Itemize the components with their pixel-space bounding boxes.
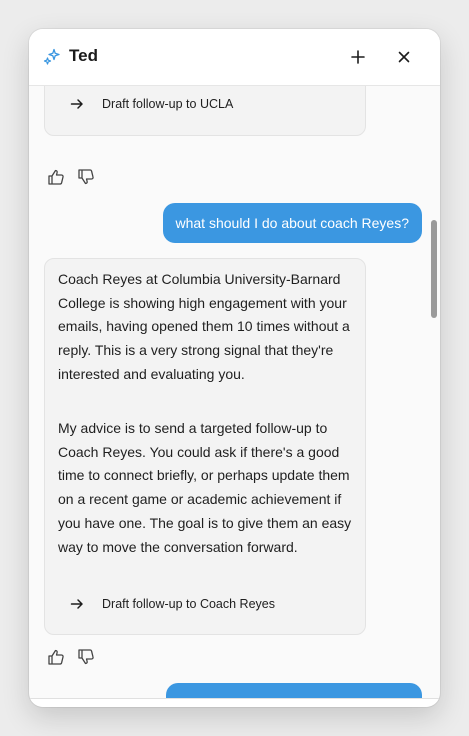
thumbs-up-icon[interactable] [47,648,65,666]
thumbs-down-icon[interactable] [77,648,95,666]
composer-edge [29,698,440,707]
close-icon [398,51,410,63]
sparkle-icon [43,48,60,65]
close-button[interactable] [393,46,415,68]
panel-title: Ted [69,46,98,65]
assistant-message: Draft follow-up to UCLA [44,86,366,136]
plus-icon [351,50,365,64]
user-message: what should I do about coach Reyes? [162,203,422,243]
action-label: Draft follow-up to UCLA [102,97,234,111]
draft-followup-coach-reyes-button[interactable]: Draft follow-up to Coach Reyes [70,597,275,611]
thumbs-up-icon[interactable] [47,168,65,186]
scrollbar-thumb[interactable] [431,220,437,318]
assistant-panel: Ted Draft follow-up to UCLA what should … [29,29,440,707]
feedback-row [47,648,95,666]
draft-followup-ucla-button[interactable]: Draft follow-up to UCLA [70,97,233,111]
thumbs-down-icon[interactable] [77,168,95,186]
arrow-right-icon [70,599,83,609]
assistant-message: Coach Reyes at Columbia University-Barna… [44,258,366,635]
message-paragraph: My advice is to send a targeted follow-u… [58,420,352,555]
chat-thread[interactable]: Draft follow-up to UCLA what should I do… [29,86,440,698]
message-paragraph: Coach Reyes at Columbia University-Barna… [58,271,350,382]
arrow-right-icon [70,99,83,109]
action-label: Draft follow-up to Coach Reyes [102,597,275,611]
panel-header: Ted [29,29,440,86]
user-message: set up a cadence for my cold schools [165,683,422,698]
new-chat-button[interactable] [347,46,369,68]
feedback-row [47,168,95,186]
